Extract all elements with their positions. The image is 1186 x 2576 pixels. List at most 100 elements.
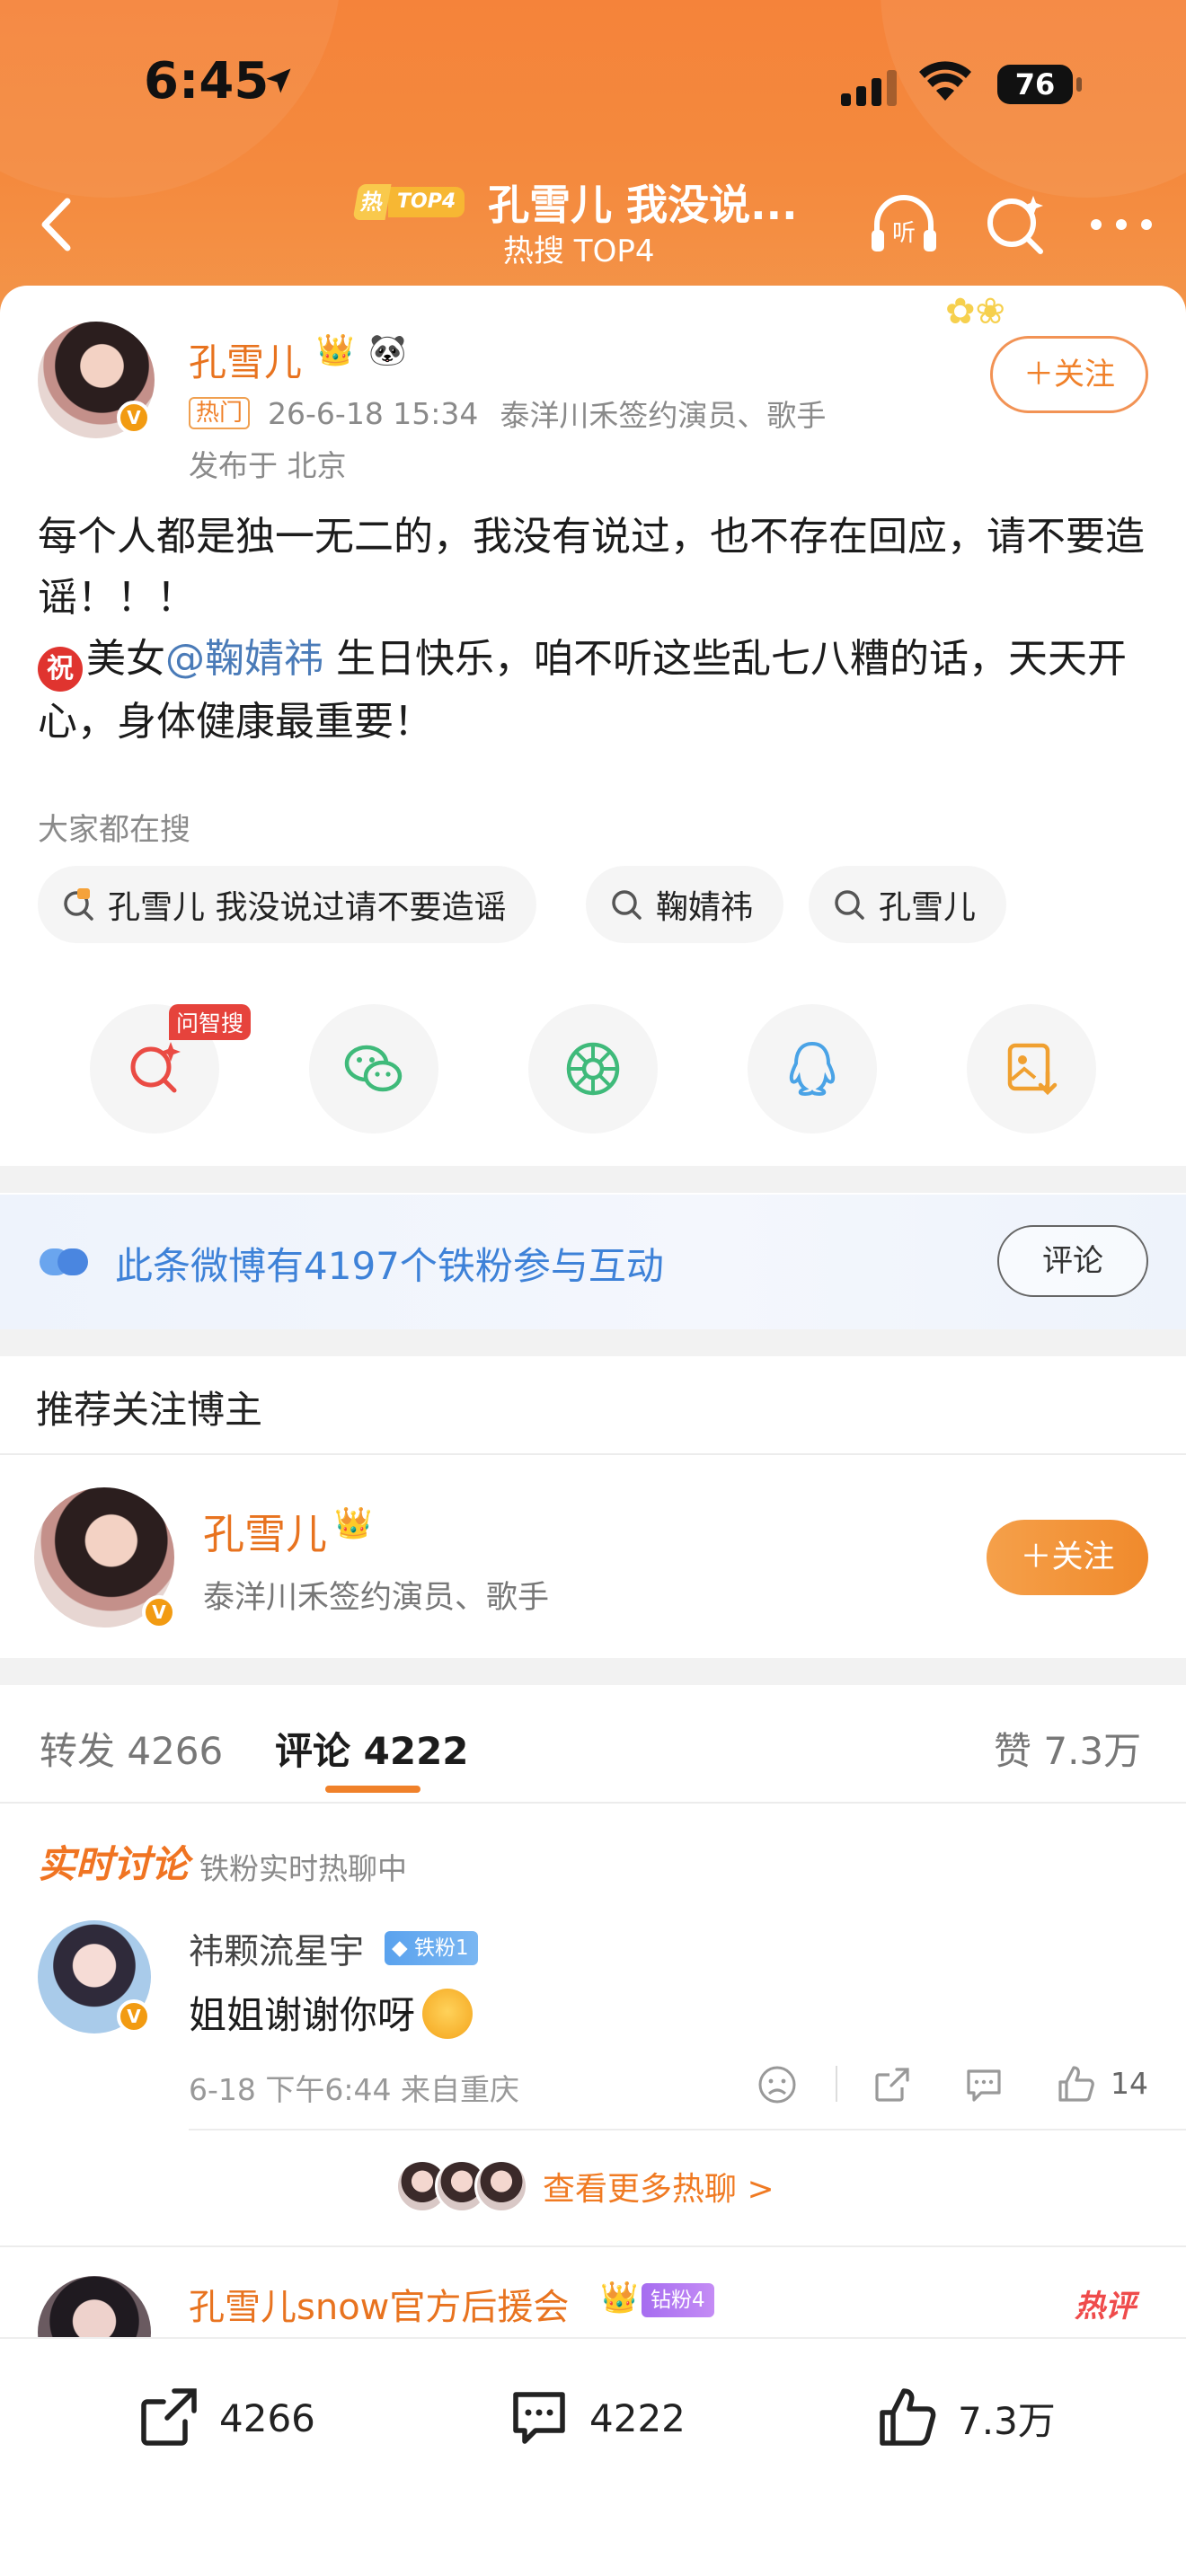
share-wechat-button[interactable]: [309, 1004, 438, 1134]
more-discussion-link[interactable]: 查看更多热聊 >: [395, 2159, 774, 2213]
section-divider: [0, 1329, 1186, 1356]
nav-bar: 热 TOP4 孔雪儿 我没说... 热搜 TOP4 听: [0, 162, 1186, 287]
comment-text: 姐姐谢谢你呀: [189, 1985, 474, 2040]
more-dots-icon: [1091, 219, 1152, 230]
panda-icon: 🐼: [368, 332, 407, 368]
hot-tag: 热门: [189, 397, 251, 429]
top-badge-text: TOP4: [388, 187, 465, 217]
hot-search-badge: 热 TOP4: [352, 184, 465, 220]
share-qq-button[interactable]: [748, 1004, 877, 1134]
more-discussion-text: 查看更多热聊 >: [543, 2171, 774, 2208]
crown-icon: 👑: [600, 2280, 639, 2316]
commenter-name[interactable]: 祎颗流星宇: [189, 1924, 364, 1974]
search-icon: [835, 890, 864, 920]
comment-like-count: 14: [1111, 2066, 1148, 2101]
iron-fans-bar: 此条微博有4197个铁粉参与互动 评论: [0, 1195, 1186, 1329]
hairline-divider: [0, 1802, 1186, 1804]
location-arrow-icon: [266, 68, 291, 93]
interaction-tabs: 转发 4266 评论 4222 赞 7.3万: [0, 1687, 1186, 1804]
nav-title: 孔雪儿 我没说...: [488, 181, 798, 229]
fans-bubble-icon: [40, 1248, 88, 1275]
like-bar-button[interactable]: 7.3万: [873, 2384, 1056, 2452]
search-sparkle-icon: [987, 196, 1043, 254]
bottom-action-bar: 4266 4222 7.3万: [0, 2339, 1186, 2576]
search-icon: [612, 890, 642, 920]
more-button[interactable]: [1084, 187, 1159, 266]
verified-badge-icon: V: [142, 1595, 176, 1629]
live-discussion-subtitle: 铁粉实时热聊中: [199, 1851, 407, 1886]
battery-indicator: 76: [997, 65, 1073, 104]
repost-button[interactable]: 4266: [135, 2384, 315, 2452]
battery-cap: [1076, 77, 1082, 92]
search-chip-label: 孔雪儿: [879, 889, 977, 926]
back-icon[interactable]: [27, 189, 90, 260]
comment-bar-button[interactable]: 4222: [505, 2384, 686, 2452]
hairline-divider: [189, 2129, 1186, 2130]
post-card: V 孔雪儿 👑 🐼 ✿❀ ＋关注 热门 26-6-18 15:34 泰洋川禾签约…: [0, 286, 1186, 1166]
post-text: 每个人都是独一无二的，我没有说过，也不存在回应，请不要造谣！！！ 祝美女@鞠婧祎…: [38, 507, 1152, 753]
post-location: 发布于 北京: [189, 448, 347, 483]
listen-label: 听: [892, 220, 916, 247]
comment-text-content: 姐姐谢谢你呀: [189, 1993, 416, 2037]
active-tab-indicator: [325, 1786, 420, 1793]
header: 6:45 76 热 TOP4 孔雪儿 我没说... 热搜 TOP4 听: [0, 0, 1186, 323]
hairline-divider: [0, 1453, 1186, 1455]
save-image-button[interactable]: [967, 1004, 1096, 1134]
ai-search-icon: [130, 1042, 181, 1093]
ask-search-tag: 问智搜: [169, 1004, 252, 1040]
comment-button[interactable]: 评论: [997, 1225, 1148, 1297]
section-divider: [0, 1166, 1186, 1193]
live-discussion-title: 实时讨论: [38, 1842, 190, 1886]
tab-repost[interactable]: 转发 4266: [40, 1721, 223, 1776]
repost-count: 4266: [219, 2395, 315, 2440]
status-time: 6:45: [144, 52, 270, 110]
reply-icon[interactable]: [961, 2062, 1006, 2107]
iron-fan-badge-label: 铁粉1: [414, 1936, 469, 1960]
listen-button[interactable]: 听: [866, 187, 942, 266]
author-description: 泰洋川禾签约演员、歌手: [500, 398, 827, 433]
post-meta: 热门 26-6-18 15:34 泰洋川禾签约演员、歌手: [189, 392, 826, 435]
search-chip-label: 孔雪儿 我没说过请不要造谣: [108, 889, 507, 926]
search-chip[interactable]: 鞠婧祎: [586, 866, 784, 943]
cellular-signal-icon: [841, 70, 897, 106]
nav-subtitle: 热搜 TOP4: [503, 234, 655, 269]
post-time: 26-6-18 15:34: [268, 395, 479, 431]
commenter-name[interactable]: 孔雪儿snow官方后援会: [189, 2278, 569, 2330]
search-chip[interactable]: 孔雪儿: [809, 866, 1007, 943]
recommend-follow-button[interactable]: ＋关注: [987, 1520, 1148, 1595]
tab-likes[interactable]: 赞 7.3万: [994, 1721, 1141, 1776]
action-separator: [836, 2066, 837, 2102]
recommend-name[interactable]: 孔雪儿: [203, 1502, 327, 1561]
share-moments-button[interactable]: [528, 1004, 658, 1134]
comment-meta: 6-18 下午6:44 来自重庆: [189, 2072, 519, 2107]
iron-fans-text: 此条微博有4197个铁粉参与互动: [115, 1244, 664, 1288]
comment-count: 4222: [589, 2395, 686, 2440]
wifi-icon: [919, 61, 971, 101]
headphones-icon: 听: [872, 195, 936, 251]
section-divider: [0, 1658, 1186, 1685]
author-name[interactable]: 孔雪儿: [189, 332, 302, 387]
qq-icon: [789, 1041, 836, 1097]
hairline-divider: [0, 2245, 1186, 2247]
crown-icon: 👑: [334, 1505, 373, 1541]
share-comment-icon[interactable]: [870, 2062, 915, 2107]
search-button[interactable]: [978, 187, 1053, 266]
hot-comment-tag: 热评: [1075, 2289, 1136, 2325]
follow-button[interactable]: ＋关注: [990, 336, 1148, 413]
smile-emoji-icon: [422, 1989, 474, 2039]
search-chip[interactable]: 孔雪儿 我没说过请不要造谣: [38, 866, 537, 943]
repost-icon: [141, 2388, 197, 2446]
tab-comments[interactable]: 评论 4222: [275, 1721, 469, 1776]
recommend-title: 推荐关注博主: [36, 1388, 263, 1432]
verified-badge-icon: V: [117, 1999, 151, 2033]
mention-link[interactable]: @鞠婧祎: [165, 636, 323, 682]
search-chip-label: 鞠婧祎: [656, 889, 754, 926]
diamond-fan-badge: 钻粉4: [642, 2283, 714, 2317]
nav-title-row[interactable]: 热 TOP4 孔雪儿 我没说...: [352, 171, 859, 234]
dislike-icon[interactable]: [755, 2062, 800, 2107]
hot-badge-text: 热: [352, 184, 392, 220]
participant-avatar: [474, 2159, 528, 2213]
wish-icon: 祝: [38, 647, 83, 692]
like-icon[interactable]: [1053, 2062, 1098, 2107]
post-text-line1: 每个人都是独一无二的，我没有说过，也不存在回应，请不要造谣！！！: [38, 514, 1145, 621]
